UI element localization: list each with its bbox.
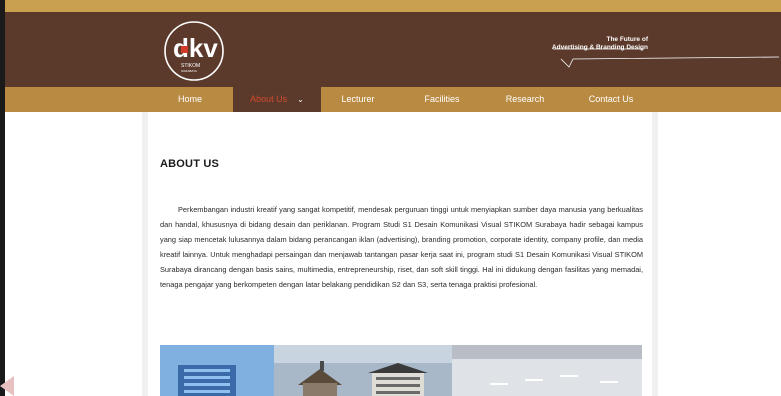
nav-facilities[interactable]: Facilities [403,87,481,112]
tagline-line-1: The Future of [606,36,648,43]
about-paragraph: Perkembangan industri kreatif yang sanga… [160,205,643,289]
nav-research[interactable]: Research [486,87,564,112]
nav-contact-us-label: Contact Us [588,94,634,104]
logo-letters: dkv [173,33,218,63]
dkv-logo-icon[interactable]: dkv STIKOM SURABAYA [163,20,225,82]
nav-about-us-label: About Us [250,94,288,104]
top-accent-bar [5,0,781,12]
nav-about-us[interactable]: About Us ⌄ [233,87,321,112]
main-nav: Home About Us ⌄ Lecturer Facilities Resea… [5,87,781,112]
nav-lecturer[interactable]: Lecturer [319,87,397,112]
nav-facilities-label: Facilities [424,94,460,104]
campus-photos [160,345,642,396]
nav-research-label: Research [505,94,545,104]
logo-city: SURABAYA [181,69,197,73]
page-frame: dkv STIKOM SURABAYA The Future of Advert… [0,0,781,396]
nav-home[interactable]: Home [150,87,230,112]
page-title: ABOUT US [160,158,220,170]
chevron-down-icon[interactable]: ⌄ [297,87,304,112]
nav-home-label: Home [177,94,202,104]
nav-lecturer-label: Lecturer [341,94,375,104]
site-header: dkv STIKOM SURABAYA The Future of Advert… [5,12,781,87]
corner-watermark [0,376,14,396]
tagline-swoosh [553,48,780,68]
nav-contact-us[interactable]: Contact Us [570,87,652,112]
